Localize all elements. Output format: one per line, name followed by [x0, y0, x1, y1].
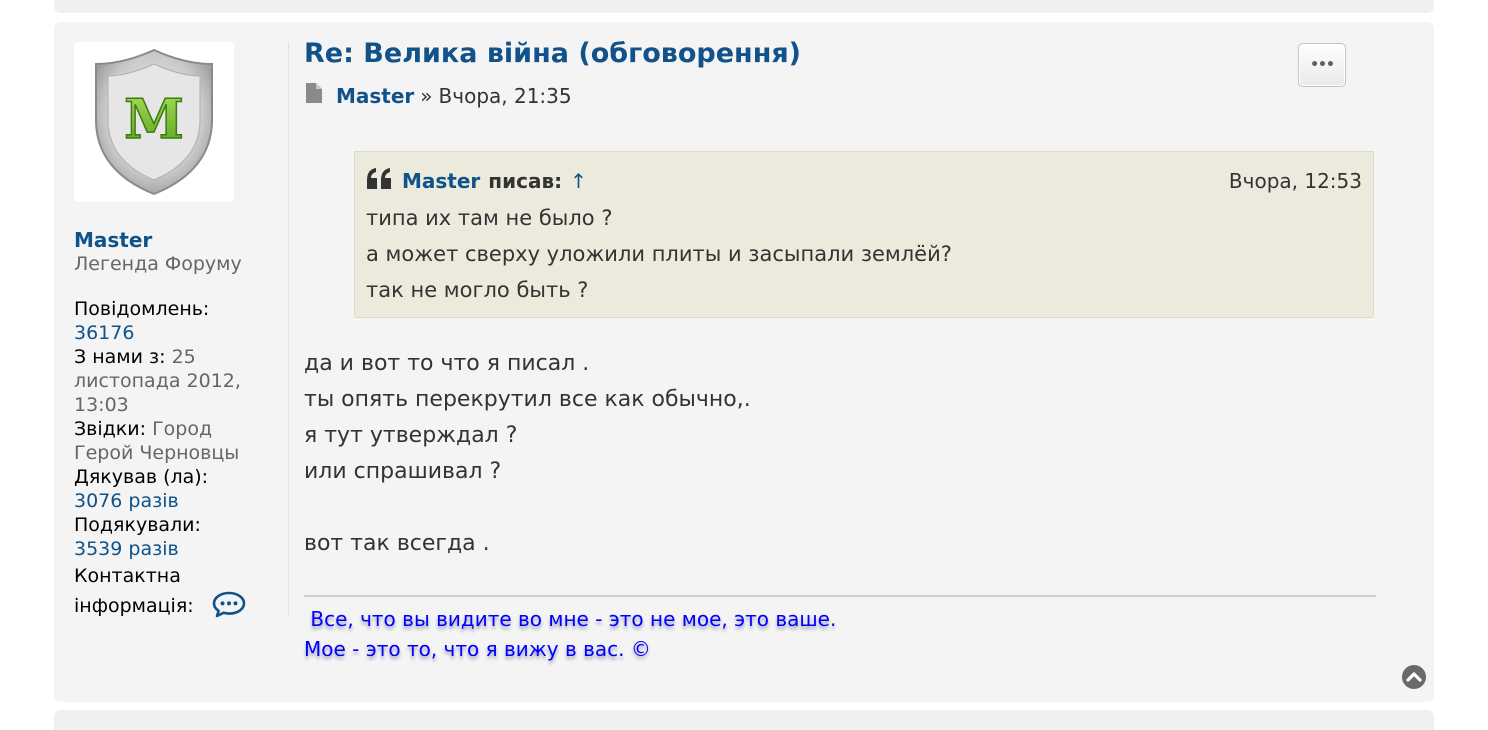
message-line: вот так всегда .	[304, 531, 490, 556]
quote-time: Вчора, 12:53	[1228, 169, 1362, 193]
signature-line: Мое - это то, что я вижу в вас. ©	[304, 637, 651, 661]
post-profile: M Master Легенда Форуму Повідомлень: 361…	[74, 42, 289, 617]
quote-wrote-label: писав:	[488, 169, 563, 193]
profile-stats: Повідомлень: 36176 З нами з: 25 листопад…	[74, 297, 264, 624]
post-title-link[interactable]: Re: Велика війна (обговорення)	[304, 38, 801, 69]
post-menu-button[interactable]: •••	[1298, 43, 1346, 87]
chevron-up-circle-icon	[1402, 665, 1426, 689]
contact-bubble-icon[interactable]	[212, 590, 246, 624]
post-author-link[interactable]: Master	[336, 84, 414, 108]
signature: Все, что вы видите во мне - это не мое, …	[304, 604, 836, 664]
profile-rank: Легенда Форуму	[74, 253, 242, 275]
quote-block: Master писав: ↑ Вчора, 12:53 типа их там…	[354, 151, 1374, 318]
post-author-line: Master » Вчора, 21:35	[304, 82, 572, 109]
joined-row: З нами з: 25 листопада 2012, 13:03	[74, 345, 264, 417]
thanked-link[interactable]: 3076 разів	[74, 490, 179, 512]
post-message: да и вот то что я писал . ты опять перек…	[304, 346, 751, 562]
message-line: да и вот то что я писал .	[304, 351, 590, 376]
message-line: я тут утверждал ?	[304, 423, 518, 448]
posts-count-link[interactable]: 36176	[74, 322, 134, 344]
been-thanked-link[interactable]: 3539 разів	[74, 538, 179, 560]
message-line: или спрашивал ?	[304, 459, 502, 484]
contact-row: Контактна інформація:	[74, 561, 264, 624]
quote-line: так не могло быть ?	[366, 278, 589, 302]
location-label: Звідки:	[74, 418, 147, 440]
been-thanked-row: Подякували: 3539 разів	[74, 513, 264, 561]
signature-divider	[304, 595, 1376, 597]
post-file-icon[interactable]	[304, 82, 324, 109]
posts-count-row: Повідомлень: 36176	[74, 297, 264, 345]
post-time: Вчора, 21:35	[438, 83, 572, 108]
quote-header: Master писав: ↑ Вчора, 12:53	[366, 166, 1362, 196]
previous-post-edge	[54, 0, 1434, 13]
avatar[interactable]: M	[74, 42, 234, 202]
thanked-row: Дякував (ла): 3076 разів	[74, 465, 264, 513]
author-separator: »	[420, 83, 433, 108]
next-post-edge	[54, 710, 1434, 730]
contact-label: Контактна інформація:	[74, 565, 194, 617]
forum-post: M Master Легенда Форуму Повідомлень: 361…	[54, 22, 1434, 702]
joined-label: З нами з:	[74, 346, 166, 368]
quote-author-link[interactable]: Master	[402, 169, 480, 193]
quote-line: а может сверху уложили плиты и засыпали …	[366, 242, 952, 266]
message-line: ты опять перекрутил все как обычно,.	[304, 387, 751, 412]
posts-label: Повідомлень:	[74, 298, 210, 320]
quote-icon	[366, 167, 392, 195]
quote-line: типа их там не было ?	[366, 206, 613, 230]
quote-text: типа их там не было ? а может сверху уло…	[366, 200, 952, 308]
svg-text:M: M	[124, 87, 184, 151]
quote-source-arrow-link[interactable]: ↑	[570, 169, 587, 193]
location-row: Звідки: Город Герой Черновцы	[74, 417, 264, 465]
thanked-label: Дякував (ла):	[74, 466, 209, 488]
signature-line: Все, что вы видите во мне - это не мое, …	[304, 607, 837, 631]
profile-username[interactable]: Master	[74, 228, 152, 252]
avatar-shield-icon: M	[95, 48, 213, 196]
back-to-top-button[interactable]	[1401, 664, 1427, 694]
been-thanked-label: Подякували:	[74, 514, 201, 536]
